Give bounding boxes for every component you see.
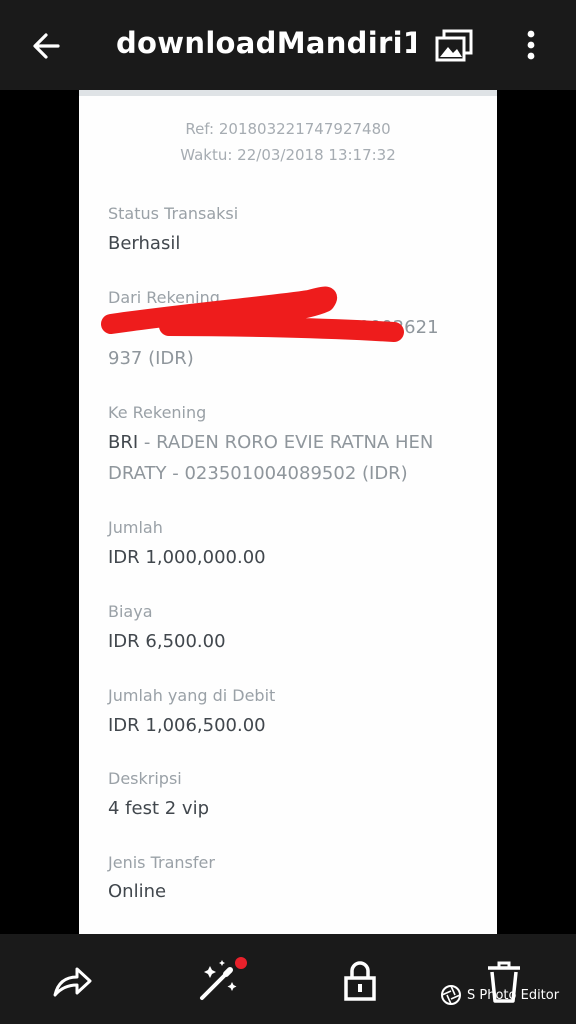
bottom-toolbar: S Photo Editor <box>0 934 576 1024</box>
status-value: Berhasil <box>108 233 181 254</box>
transfer-type-label: Jenis Transfer <box>108 853 215 872</box>
status-label: Status Transaksi <box>108 204 239 223</box>
more-options-button[interactable] <box>518 26 544 66</box>
watermark-text: S Photo Editor <box>467 987 560 1003</box>
reference-number: Ref: 201803221747927480 <box>185 120 391 138</box>
debit-total-label: Jumlah yang di Debit <box>108 686 276 705</box>
description-value: 4 fest 2 vip <box>108 798 209 819</box>
watermark: S Photo Editor <box>440 984 559 1006</box>
transfer-type-value: Online <box>108 881 167 902</box>
aperture-icon <box>441 985 461 1005</box>
bank-name: BRI <box>108 432 139 453</box>
debit-total-value: IDR 1,006,500.00 <box>108 715 266 736</box>
share-button[interactable] <box>50 960 94 1000</box>
description-label: Deskripsi <box>108 769 182 788</box>
gallery-button[interactable] <box>434 28 474 64</box>
back-button[interactable] <box>28 28 64 64</box>
destination-account-label: Ke Rekening <box>108 403 207 422</box>
share-icon <box>53 967 92 997</box>
more-vertical-icon <box>527 30 535 60</box>
fee-value: IDR 6,500.00 <box>108 631 226 652</box>
fee-label: Biaya <box>108 602 153 621</box>
receipt-photo[interactable]: Ref: 201803221747927480 Waktu: 22/03/201… <box>79 90 497 934</box>
amount-label: Jumlah <box>108 518 163 537</box>
transaction-time: Waktu: 22/03/2018 13:17:32 <box>180 146 396 164</box>
magic-wand-icon <box>200 957 247 1000</box>
redaction-scribble <box>101 286 404 342</box>
edit-effects-button[interactable] <box>196 954 248 1004</box>
lock-button[interactable] <box>342 960 378 1002</box>
arrow-left-icon <box>33 33 60 59</box>
destination-account-line1: BRI - RADEN RORO EVIE RATNA HEN <box>108 427 433 458</box>
account-holder: - RADEN RORO EVIE RATNA HEN <box>138 432 434 453</box>
lock-icon <box>344 961 376 1001</box>
destination-account-line2: DRATY - 023501004089502 (IDR) <box>108 463 408 484</box>
divider <box>79 90 497 96</box>
app-bar: downloadMandiri1... <box>0 0 576 90</box>
amount-value: IDR 1,000,000.00 <box>108 547 266 568</box>
gallery-icon <box>435 29 473 62</box>
file-title: downloadMandiri1... <box>116 26 416 60</box>
